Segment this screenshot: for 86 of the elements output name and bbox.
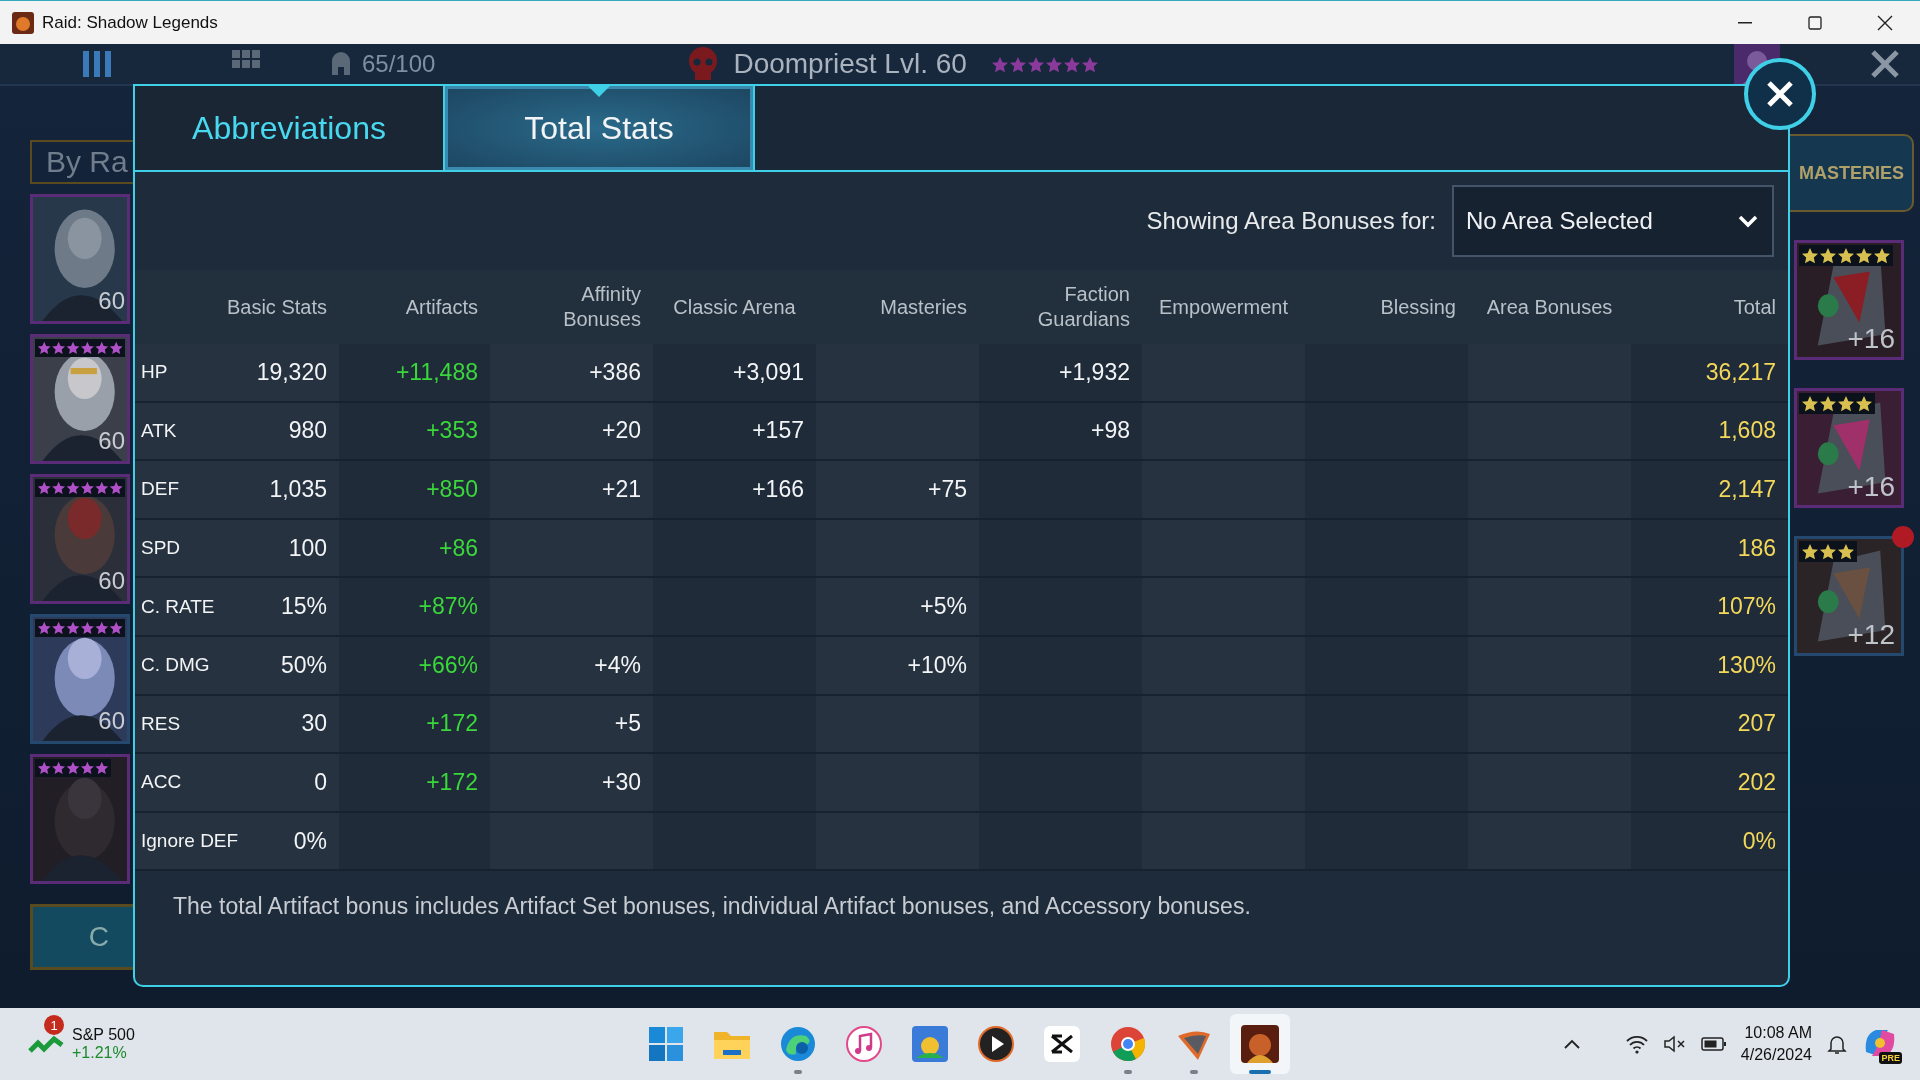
- column-header: Affinity Bonuses: [490, 270, 653, 344]
- chrome-icon: [1110, 1026, 1146, 1062]
- close-icon[interactable]: [1870, 49, 1900, 79]
- artifact-card[interactable]: +12: [1794, 536, 1904, 656]
- column-header: Classic Arena: [653, 270, 816, 344]
- stat-name: RES: [135, 695, 249, 755]
- artifact-level: +16: [1847, 323, 1895, 355]
- table-cell: +5%: [816, 578, 979, 637]
- stat-name: C. RATE: [135, 578, 249, 637]
- hero-card[interactable]: 60: [30, 334, 130, 464]
- column-header: Empowerment: [1142, 270, 1305, 344]
- hero-card[interactable]: 60: [30, 614, 130, 744]
- clock[interactable]: 10:08 AM 4/26/2024: [1740, 1024, 1812, 1064]
- close-icon: [1765, 79, 1795, 109]
- artifact-level: +12: [1847, 619, 1895, 651]
- hero-level: 60: [98, 707, 125, 735]
- minimize-icon: [1738, 21, 1752, 24]
- chevron-down-icon: [1738, 214, 1758, 228]
- stat-name: ATK: [135, 402, 249, 462]
- stat-name: SPD: [135, 519, 249, 579]
- notification-badge: 1: [44, 1015, 64, 1035]
- table-cell: +21: [490, 461, 653, 520]
- table-cell: +30: [490, 754, 653, 813]
- table-cell: 0: [249, 754, 339, 813]
- close-icon: [1877, 14, 1893, 31]
- artifact-card[interactable]: +16: [1794, 240, 1904, 360]
- table-cell: 100: [249, 519, 339, 579]
- hero-card[interactable]: 60: [30, 474, 130, 604]
- artifact-level: +16: [1847, 471, 1895, 503]
- game-icon: [1241, 1025, 1279, 1063]
- table-cell: +10%: [816, 636, 979, 696]
- game-icon: [912, 1026, 948, 1062]
- hero-title: Doompriest Lvl. 60: [733, 48, 967, 80]
- column-header: Total: [1631, 270, 1788, 344]
- widget-change: +1.21%: [72, 1044, 128, 1062]
- widget-title: S&P 500: [72, 1026, 135, 1044]
- hero-level: 60: [98, 287, 125, 315]
- table-cell: 0%: [249, 812, 339, 872]
- stat-name: HP: [135, 344, 249, 403]
- area-dropdown[interactable]: No Area Selected: [1452, 185, 1774, 257]
- column-header: Artifacts: [339, 270, 490, 344]
- tab[interactable]: Total Stats: [445, 86, 755, 170]
- column-header: Area Bonuses: [1468, 270, 1631, 344]
- table-cell: 30: [249, 695, 339, 755]
- table-cell: 980: [249, 402, 339, 462]
- column-header: Faction Guardians: [979, 270, 1142, 344]
- bell-icon[interactable]: [1826, 1033, 1848, 1055]
- windows-logo-icon: [648, 1026, 684, 1062]
- column-header: Basic Stats: [135, 270, 339, 344]
- maximize-icon: [1808, 15, 1822, 30]
- hero-card[interactable]: 60: [30, 194, 130, 324]
- area-label: Showing Area Bonuses for:: [1146, 207, 1436, 235]
- scissors-icon: [1044, 1026, 1080, 1062]
- stat-name: C. DMG: [135, 636, 249, 696]
- table-cell: 1,035: [249, 461, 339, 520]
- table-cell: 15%: [249, 578, 339, 637]
- stat-name: ACC: [135, 754, 249, 813]
- play-icon: [978, 1026, 1014, 1062]
- chevron-up-icon[interactable]: [1562, 1038, 1581, 1050]
- table-cell: +75: [816, 461, 979, 520]
- window-title: Raid: Shadow Legends: [42, 12, 219, 33]
- music-note-icon: [846, 1026, 882, 1062]
- bars-icon[interactable]: [82, 49, 112, 79]
- table-cell: 19,320: [249, 344, 339, 403]
- preview-badge: PRE: [1879, 1052, 1902, 1064]
- table-cell: +4%: [490, 636, 653, 696]
- taskbar-app[interactable]: [1230, 1014, 1290, 1074]
- stat-name: DEF: [135, 461, 249, 520]
- hero-level: 60: [98, 427, 125, 455]
- app-icon: [12, 11, 34, 34]
- table-cell: 50%: [249, 636, 339, 696]
- helmet-icon: [330, 51, 352, 77]
- hero-capacity: 65/100: [362, 50, 436, 78]
- battery-icon[interactable]: [1700, 1036, 1727, 1052]
- footnote: The total Artifact bonus includes Artifact Set bonuses, individual Artifact bonuses, and Accessory bonuses.: [172, 892, 1252, 921]
- column-header: Blessing: [1305, 270, 1468, 344]
- table-cell: +20: [490, 402, 653, 462]
- column-header: Masteries: [816, 270, 979, 344]
- stat-name: Ignore DEF: [135, 812, 249, 872]
- artifact-card[interactable]: +16: [1794, 388, 1904, 508]
- wifi-icon[interactable]: [1624, 1034, 1649, 1054]
- muted-speaker-icon[interactable]: [1662, 1034, 1687, 1054]
- table-cell: +386: [490, 344, 653, 403]
- table-cell: +5: [490, 695, 653, 755]
- hero-level: 60: [98, 567, 125, 595]
- browser-icon: [780, 1026, 816, 1062]
